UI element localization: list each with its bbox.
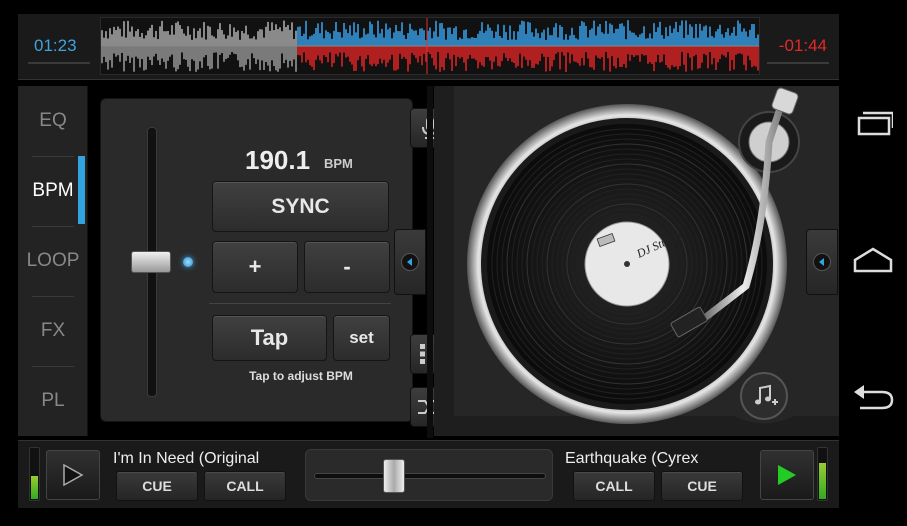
left-call-button[interactable]: CALL [204,471,286,501]
right-cue-button[interactable]: CUE [661,471,743,501]
tap-button[interactable]: Tap [212,315,327,361]
bpm-unit: BPM [324,156,353,171]
tab-fx-label: FX [40,320,66,341]
left-level-meter [29,447,40,501]
right-track-title: Earthquake (Cyrex [565,450,699,467]
crossfader-track [314,473,546,479]
system-nav-bar [839,0,907,526]
time-underline-right [767,62,829,64]
arrow-left-icon [813,253,831,271]
bpm-value: 190.1 [245,145,311,175]
home-button[interactable] [839,230,907,290]
arrow-left-icon [401,253,419,271]
waveform-display[interactable] [100,17,760,75]
tab-loop-label: LOOP [26,250,80,271]
right-play-button[interactable] [760,450,814,500]
turntable-deck: DJ Studio [434,86,839,436]
sync-button[interactable]: SYNC [212,181,389,232]
crossfader-knob[interactable] [383,459,405,493]
bpm-plus-button[interactable]: + [212,241,298,293]
active-tab-indicator [78,156,85,224]
turntable-graphic[interactable]: DJ Studio [434,86,839,436]
tab-loop[interactable]: LOOP [18,226,88,296]
tap-hint: Tap to adjust BPM [249,369,353,383]
panel-divider [209,303,391,304]
play-icon [778,465,796,485]
transport-bar: I'm In Need (Original CUE CALL Earthquak… [18,440,839,508]
remaining-time: -01:44 [778,36,827,55]
deck-divider [427,86,433,438]
left-play-button[interactable] [46,450,100,500]
recent-apps-icon [857,111,893,136]
expand-deck-button[interactable] [806,229,838,295]
tab-bpm-label: BPM [32,180,74,201]
elapsed-time: 01:23 [34,36,77,55]
music-add-icon[interactable] [752,382,778,408]
left-track-title: I'm In Need (Original [113,450,260,467]
pitch-fader-knob[interactable] [131,251,171,273]
right-level-meter [817,447,828,501]
back-icon [854,385,894,410]
left-cue-button[interactable]: CUE [116,471,198,501]
play-icon [63,463,84,487]
tab-eq[interactable]: EQ [18,86,88,156]
bpm-minus-button[interactable]: - [304,241,390,293]
tab-fx[interactable]: FX [18,296,88,366]
back-button[interactable] [839,368,907,428]
tab-eq-label: EQ [39,110,67,131]
panel-tabs: EQ BPM LOOP FX PL [18,86,88,436]
set-button[interactable]: set [333,315,390,361]
tab-pl-label: PL [41,390,65,411]
pitch-center-led [183,257,193,267]
collapse-panel-button[interactable] [394,229,426,295]
waveform-graphic [101,18,759,74]
bpm-panel: 190.1 BPM SYNC + - Tap set Tap to adjust… [100,98,413,422]
time-underline-left [28,62,90,64]
recent-apps-button[interactable] [839,93,907,153]
home-icon [853,247,893,273]
waveform-bar: 01:23 -01:44 [18,14,839,80]
crossfader[interactable] [305,449,553,501]
tab-pl[interactable]: PL [18,366,88,436]
right-call-button[interactable]: CALL [573,471,655,501]
